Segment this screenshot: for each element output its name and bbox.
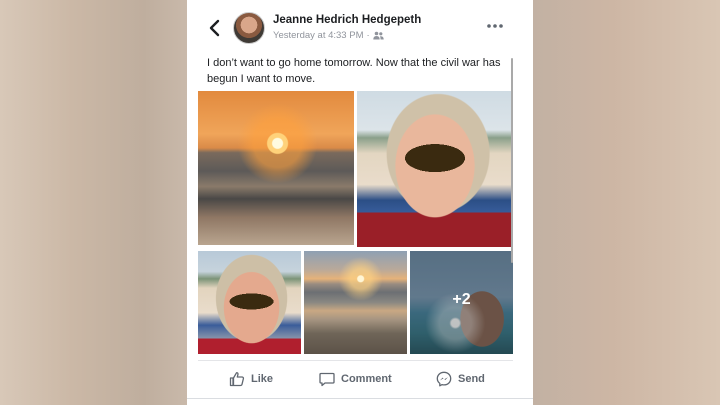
post-timestamp[interactable]: Yesterday at 4:33 PM	[273, 30, 363, 41]
divider	[198, 360, 513, 361]
more-options-icon	[487, 24, 503, 28]
like-label: Like	[251, 373, 274, 385]
messenger-icon	[436, 371, 452, 387]
comment-icon	[319, 372, 335, 387]
comment-label: Comment	[341, 373, 392, 385]
back-chevron-icon	[209, 19, 220, 37]
photo-beach-sunset[interactable]	[304, 251, 407, 354]
back-button[interactable]	[206, 16, 226, 40]
scrollbar[interactable]	[511, 58, 513, 263]
post-meta: Yesterday at 4:33 PM ·	[273, 30, 384, 41]
like-button[interactable]: Like	[229, 368, 273, 390]
photo-selfie-chair[interactable]	[198, 251, 301, 354]
bottom-divider	[187, 398, 533, 399]
post-header: Jeanne Hedrich Hedgepeth Yesterday at 4:…	[187, 0, 533, 50]
more-options-button[interactable]	[485, 19, 505, 33]
friends-icon	[372, 31, 384, 40]
action-bar: Like Comment Send	[187, 362, 533, 396]
photo-water-selfie[interactable]	[410, 251, 513, 354]
send-label: Send	[458, 373, 485, 385]
photo-sunset-ocean[interactable]	[198, 91, 354, 245]
send-button[interactable]: Send	[436, 368, 485, 390]
post-text: I don’t want to go home tomorrow. Now th…	[207, 57, 501, 85]
post-card: Jeanne Hedrich Hedgepeth Yesterday at 4:…	[187, 0, 533, 405]
avatar[interactable]	[233, 12, 265, 44]
author-name[interactable]: Jeanne Hedrich Hedgepeth	[273, 14, 421, 26]
comment-button[interactable]: Comment	[319, 368, 392, 390]
meta-separator: ·	[366, 30, 370, 41]
photo-beach-selfie[interactable]	[357, 91, 513, 247]
thumbs-up-icon	[229, 372, 245, 387]
